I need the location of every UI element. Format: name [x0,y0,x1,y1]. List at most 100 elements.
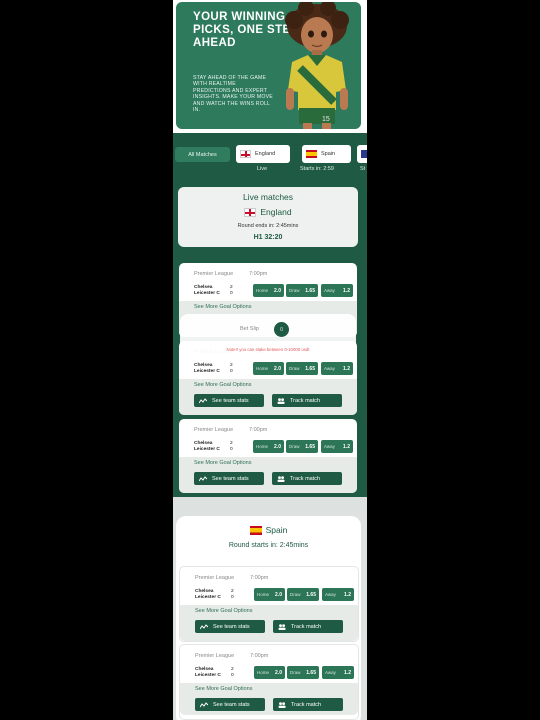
team-names: Chelsea Leicester C [194,441,220,453]
users-icon [277,475,285,482]
see-team-stats-label: See team stats [212,397,249,404]
tab-next-country[interactable] [357,145,367,163]
home-odds-button[interactable]: Home 2.0 [253,440,284,453]
home-odds-value: 2.0 [275,591,282,598]
see-more-goal-options-link[interactable]: See More Goal Options [195,608,252,614]
see-team-stats-button[interactable]: See team stats [195,620,265,633]
see-more-goal-options-link[interactable]: See More Goal Options [194,460,251,466]
tab-england-caption: Live [257,166,268,172]
draw-odds-button[interactable]: Draw 1.65 [287,588,319,601]
upcoming-country: Spain [176,525,361,535]
bet-slip-count-badge: 0 [274,322,289,337]
match-card: Premier League 7:00pm ChelseaLeicester C… [179,644,359,720]
home-odds-button[interactable]: Home 2.0 [254,666,285,679]
trend-icon [200,623,208,629]
track-match-label: Track match [291,623,322,630]
upcoming-country-label: Spain [265,525,288,535]
tab-next-caption: St [360,166,366,172]
draw-odds-button[interactable]: Draw 1.65 [287,666,319,679]
track-match-label: Track match [291,701,322,708]
match-card-footer: See More Goal Options See team stats Tra… [179,379,357,415]
home-odds-value: 2.0 [274,443,281,450]
see-team-stats-button[interactable]: See team stats [195,698,265,711]
trend-icon [200,701,208,707]
england-flag-icon [240,150,251,158]
team-names: Chelsea Leicester C [194,285,220,297]
see-more-goal-options-link[interactable]: See More Goal Options [195,686,252,692]
jersey-number: 15 [322,116,330,123]
kickoff-time: 7:00pm [249,271,268,277]
away-odds-value: 1.2 [344,669,351,676]
away-odds-button[interactable]: Away 1.2 [322,666,354,679]
away-score: 0 [230,291,233,296]
away-odds-label: Away [324,444,335,449]
round-starts-label: Round starts in: 2:45mins [228,542,309,549]
home-odds-value: 2.0 [275,669,282,676]
home-odds-button[interactable]: Home 2.0 [254,588,285,601]
home-odds-label: Home [256,288,269,293]
tab-all-matches[interactable]: All Matches [175,147,230,162]
away-score: 0 [231,595,234,600]
home-odds-label: Home [257,592,270,597]
away-odds-button[interactable]: Away 1.2 [321,362,353,375]
away-odds-button[interactable]: Away 1.2 [321,440,353,453]
see-more-goal-options-link[interactable]: See More Goal Options [194,304,251,310]
track-match-label: Track match [290,397,321,404]
tab-spain-label: Spain [321,151,336,157]
users-icon [278,623,286,630]
bet-slip-panel[interactable]: Bet Slip 0 Note!! you can stake between … [180,314,356,359]
draw-odds-value: 1.65 [306,669,316,676]
see-team-stats-label: See team stats [212,475,249,482]
live-matches-card: Live matches England Round ends in: 2:45… [178,187,358,247]
draw-odds-button[interactable]: Draw 1.65 [286,362,318,375]
kickoff-time: 7:00pm [250,575,269,581]
kickoff-time: 7:00pm [250,653,269,659]
away-team: Leicester C [194,369,220,374]
home-odds-label: Home [256,366,269,371]
draw-odds-button[interactable]: Draw 1.65 [286,284,318,297]
track-match-label: Track match [290,475,321,482]
away-odds-button[interactable]: Away 1.2 [322,588,354,601]
team-scores: 20 [230,285,233,297]
away-odds-label: Away [324,366,335,371]
draw-odds-label: Draw [290,592,301,597]
league-name: Premier League [195,653,235,659]
track-match-button[interactable]: Track match [272,472,342,485]
kickoff-time: 7:00pm [249,427,268,433]
away-odds-value: 1.2 [343,443,350,450]
away-odds-value: 1.2 [344,591,351,598]
live-country-label: England [260,207,292,217]
home-odds-button[interactable]: Home 2.0 [253,362,284,375]
bet-slip-label: Bet Slip [240,326,259,332]
match-clock: H1 32:20 [253,234,283,241]
draw-odds-button[interactable]: Draw 1.65 [286,440,318,453]
home-odds-label: Home [256,444,269,449]
away-odds-value: 1.2 [343,365,350,372]
track-match-button[interactable]: Track match [273,698,343,711]
away-team: Leicester C [194,291,220,296]
draw-odds-label: Draw [290,670,301,675]
match-card-footer: See More Goal Options See team stats Tra… [180,683,358,715]
see-team-stats-button[interactable]: See team stats [194,472,264,485]
tab-spain-caption: Starts in: 2:59 [300,166,334,172]
tab-spain[interactable]: Spain [302,145,351,163]
away-odds-button[interactable]: Away 1.2 [321,284,353,297]
see-more-goal-options-link[interactable]: See More Goal Options [194,382,251,388]
team-names: Chelsea Leicester C [195,589,221,601]
away-odds-label: Away [324,288,335,293]
tab-england[interactable]: England [236,145,290,163]
track-match-button[interactable]: Track match [273,620,343,633]
home-odds-button[interactable]: Home 2.0 [253,284,284,297]
match-card-footer: See More Goal Options See team stats Tra… [180,605,358,641]
draw-odds-value: 1.65 [305,443,315,450]
away-odds-label: Away [325,592,336,597]
users-icon [278,701,286,708]
draw-odds-label: Draw [289,288,300,293]
draw-odds-value: 1.65 [306,591,316,598]
team-scores: 20 [231,589,234,601]
away-odds-label: Away [325,670,336,675]
track-match-button[interactable]: Track match [272,394,342,407]
see-team-stats-button[interactable]: See team stats [194,394,264,407]
team-names: Chelsea Leicester C [195,667,221,679]
trend-icon [199,475,207,481]
